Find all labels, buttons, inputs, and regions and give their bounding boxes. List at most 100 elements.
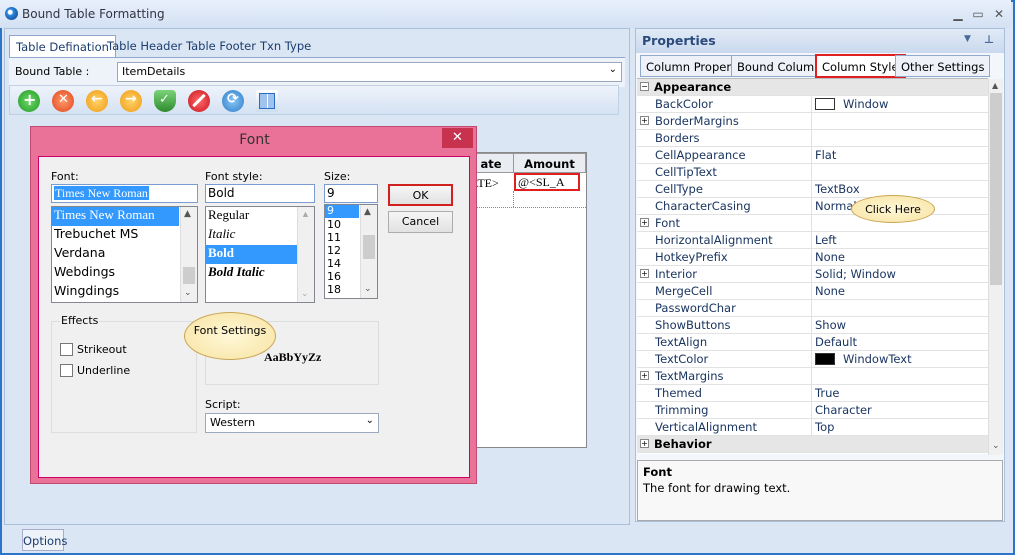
tab-table-defination[interactable]: Table Defination <box>9 35 116 57</box>
tab-other-settings[interactable]: Other Settings <box>895 55 991 77</box>
ok-button[interactable]: OK <box>388 184 453 206</box>
scroll-thumb[interactable] <box>990 93 1002 285</box>
property-row-borders[interactable]: Borders <box>637 130 988 147</box>
property-row-passwordchar[interactable]: PasswordChar <box>637 300 988 317</box>
script-select[interactable]: Western ⌄ <box>205 413 379 433</box>
size-list[interactable]: 9 10 11 12 14 16 18 ▲ ⌄ <box>324 204 378 299</box>
scroll-down-icon[interactable]: ⌄ <box>992 441 1000 451</box>
close-button[interactable]: ✕ <box>991 6 1007 22</box>
property-value[interactable]: Solid; Window <box>815 267 896 281</box>
grid-cell-amount[interactable]: @<SL_A <box>514 173 580 191</box>
property-grid-scrollbar[interactable]: ▲ ⌄ <box>988 79 1003 455</box>
bottom-bar <box>2 526 1013 553</box>
tab-column-style[interactable]: Column Style <box>815 54 906 78</box>
font-option[interactable]: Verdana <box>52 245 197 264</box>
property-value[interactable]: Normal <box>815 199 857 213</box>
stop-icon[interactable] <box>188 90 210 112</box>
strikeout-checkbox[interactable] <box>60 343 73 356</box>
property-row-hotkeyprefix[interactable]: HotkeyPrefix None <box>637 249 988 266</box>
property-value[interactable]: WindowText <box>843 352 912 366</box>
arrow-left-icon[interactable]: ← <box>86 90 108 112</box>
property-value[interactable]: Window <box>843 97 888 111</box>
property-row-textmargins[interactable]: + TextMargins <box>637 368 988 385</box>
underline-checkbox[interactable] <box>60 364 73 377</box>
tab-table-header[interactable]: Table Header <box>101 35 188 57</box>
tab-txn-type[interactable]: Txn Type <box>254 35 317 57</box>
font-option[interactable]: Webdings <box>52 264 197 283</box>
property-row-bordermargins[interactable]: + BorderMargins <box>637 113 988 130</box>
property-row-backcolor[interactable]: BackColor Window <box>637 96 988 113</box>
property-row-interior[interactable]: + Interior Solid; Window <box>637 266 988 283</box>
add-icon[interactable]: + <box>18 90 40 112</box>
size-option[interactable]: 9 <box>325 205 359 218</box>
font-style-input[interactable]: Bold <box>205 184 315 203</box>
size-list-scrollbar[interactable]: ▲ ⌄ <box>360 205 377 298</box>
arrow-right-icon[interactable]: → <box>120 90 142 112</box>
font-option[interactable]: Times New Roman <box>52 207 179 226</box>
property-value[interactable]: Character <box>815 403 872 417</box>
expand-icon[interactable]: + <box>640 116 649 125</box>
property-row-celltype[interactable]: CellType TextBox <box>637 181 988 198</box>
scroll-down-icon[interactable]: ⌄ <box>184 288 192 298</box>
property-row-themed[interactable]: Themed True <box>637 385 988 402</box>
category-behavior[interactable]: + Behavior <box>637 436 988 453</box>
property-value[interactable]: Show <box>815 318 846 332</box>
expand-icon[interactable]: + <box>640 218 649 227</box>
tab-table-footer[interactable]: Table Footer <box>180 35 262 57</box>
property-row-verticalalignment[interactable]: VerticalAlignment Top <box>637 419 988 436</box>
shield-check-icon[interactable]: ✓ <box>154 90 176 112</box>
category-appearance[interactable]: − Appearance <box>637 79 988 96</box>
scroll-thumb[interactable] <box>183 267 195 284</box>
script-value: Western <box>210 416 256 429</box>
scroll-up-icon[interactable]: ▲ <box>184 209 191 219</box>
property-value[interactable]: TextBox <box>815 182 860 196</box>
property-row-showbuttons[interactable]: ShowButtons Show <box>637 317 988 334</box>
property-value[interactable]: Top <box>815 420 834 434</box>
property-row-trimming[interactable]: Trimming Character <box>637 402 988 419</box>
style-list-scrollbar[interactable]: ▲ ⌄ <box>297 207 314 302</box>
property-value[interactable]: None <box>815 284 845 298</box>
options-button[interactable]: Options <box>22 529 67 551</box>
properties-header: Properties ▼ ⊥ <box>636 29 1004 53</box>
dialog-close-button[interactable]: ✕ <box>442 128 473 148</box>
property-row-textcolor[interactable]: TextColor WindowText <box>637 351 988 368</box>
delete-icon[interactable]: ✕ <box>52 90 74 112</box>
property-row-textalign[interactable]: TextAlign Default <box>637 334 988 351</box>
bound-table-select[interactable]: ItemDetails ⌄ <box>117 62 622 82</box>
font-option[interactable]: Trebuchet MS <box>52 226 197 245</box>
layout-icon[interactable] <box>256 90 278 112</box>
size-input[interactable]: 9 <box>324 184 378 203</box>
font-settings-callout: Font Settings <box>184 312 276 360</box>
property-value[interactable]: Default <box>815 335 857 349</box>
expand-icon[interactable]: + <box>640 371 649 380</box>
property-row-charactercasing[interactable]: CharacterCasing Normal <box>637 198 988 215</box>
expand-icon[interactable]: + <box>640 269 649 278</box>
property-value[interactable]: True <box>815 386 839 400</box>
collapse-icon[interactable]: − <box>640 82 649 91</box>
property-row-cellappearance[interactable]: CellAppearance Flat <box>637 147 988 164</box>
restore-button[interactable]: ▭ <box>970 6 986 22</box>
style-option[interactable]: Bold <box>206 245 298 264</box>
property-value[interactable]: None <box>815 250 845 264</box>
font-input[interactable]: Times New Roman <box>51 184 198 203</box>
pin-icon[interactable]: ⊥ <box>984 33 994 46</box>
font-list[interactable]: Times New Roman Trebuchet MS Verdana Web… <box>51 206 198 303</box>
property-row-horizontalalignment[interactable]: HorizontalAlignment Left <box>637 232 988 249</box>
bound-table-label: Bound Table : <box>15 65 90 78</box>
property-row-celltiptext[interactable]: CellTipText <box>637 164 988 181</box>
font-list-scrollbar[interactable]: ▲ ⌄ <box>180 207 197 302</box>
property-row-font[interactable]: + Font <box>637 215 988 232</box>
dropdown-icon[interactable]: ▼ <box>964 34 971 44</box>
scroll-up-icon[interactable]: ▲ <box>992 81 998 90</box>
expand-icon[interactable]: + <box>640 439 649 448</box>
property-value[interactable]: Flat <box>815 148 836 162</box>
minimize-button[interactable]: ▁ <box>950 6 966 22</box>
font-style-list[interactable]: Regular Italic Bold Bold Italic ▲ ⌄ <box>205 206 315 303</box>
property-value[interactable]: Left <box>815 233 837 247</box>
title-bar: Bound Table Formatting ▁ ▭ ✕ <box>0 0 1011 28</box>
cancel-button[interactable]: Cancel <box>388 211 453 233</box>
font-option[interactable]: Wingdings <box>52 283 197 302</box>
refresh-icon[interactable]: ⟳ <box>222 90 244 112</box>
scroll-thumb[interactable] <box>363 235 375 259</box>
property-row-mergecell[interactable]: MergeCell None <box>637 283 988 300</box>
